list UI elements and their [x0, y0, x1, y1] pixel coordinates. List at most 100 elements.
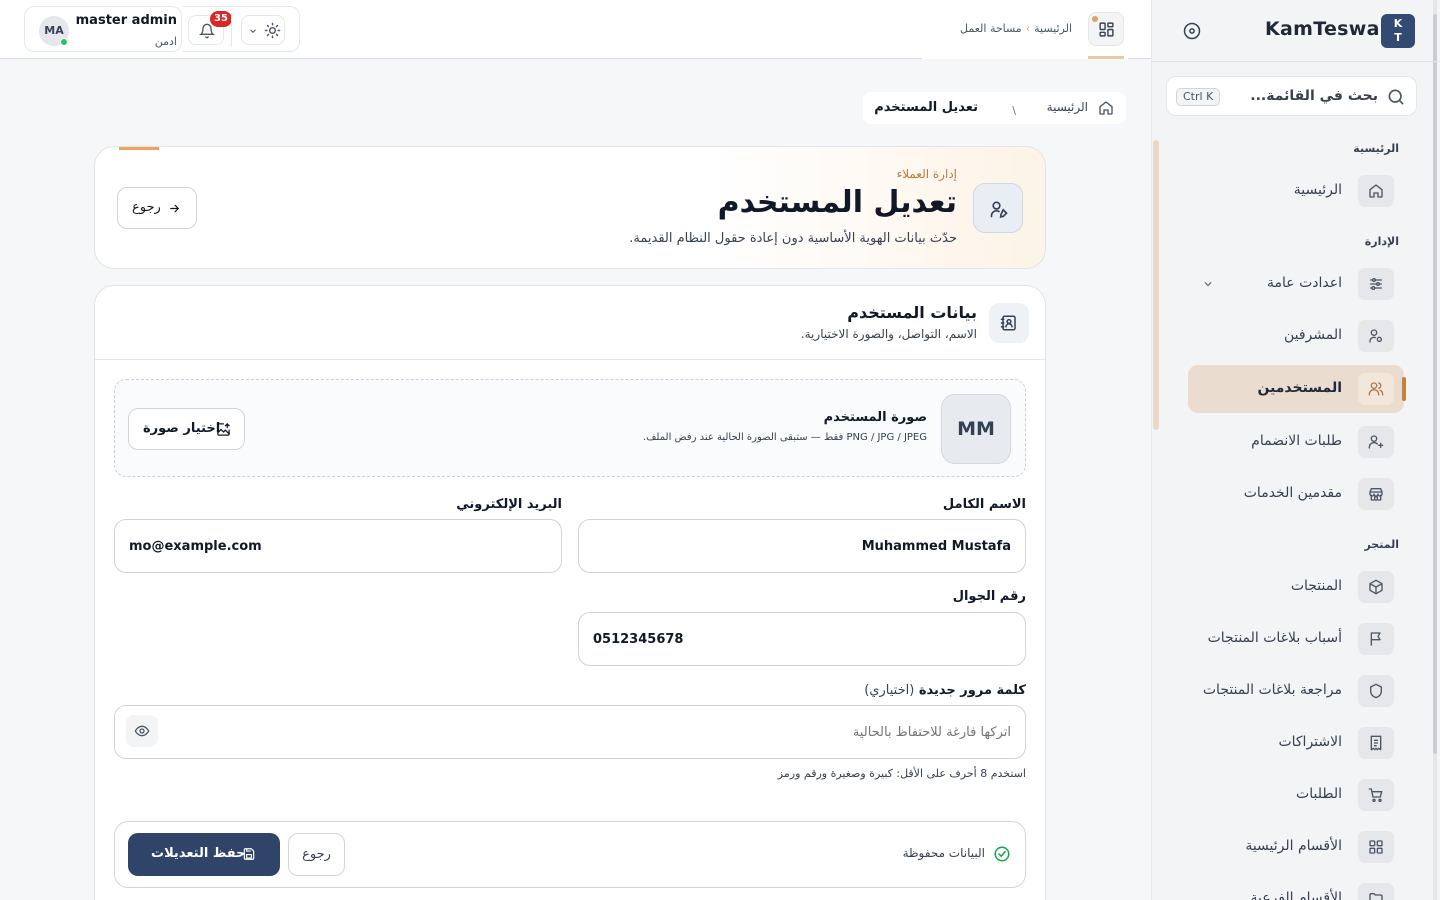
- section-subtitle: الاسم، التواصل، والصورة الاختيارية.: [800, 327, 977, 341]
- choose-photo-button[interactable]: اختيار صورة: [128, 408, 245, 450]
- sidebar-item-orders[interactable]: الطلبات: [1188, 771, 1404, 819]
- cancel-button[interactable]: رجوع: [288, 833, 345, 876]
- form-section-header: بيانات المستخدم الاسم، التواصل، والصورة …: [95, 286, 1045, 360]
- sidebar-item-label: الرئيسية: [1293, 182, 1342, 198]
- toolbar-group: 35: [183, 6, 300, 52]
- email-input[interactable]: [114, 519, 562, 573]
- check-circle-icon: [994, 846, 1010, 862]
- phone-label: رقم الجوال: [952, 589, 1026, 604]
- sidebar-item-label: أسباب بلاغات المنتجات: [1207, 630, 1342, 646]
- avatar-initials: MA: [44, 24, 64, 37]
- photo-upload-area[interactable]: MM صورة المستخدم PNG / JPG / JPEG فقط — …: [114, 379, 1026, 477]
- shield-icon: [1370, 683, 1382, 699]
- sidebar-scrollbar[interactable]: [1433, 0, 1437, 900]
- page-icon: [973, 183, 1023, 233]
- theme-toggle-button[interactable]: [241, 15, 285, 45]
- chevron-down-icon[interactable]: [1202, 278, 1214, 290]
- page-title: تعديل المستخدم: [717, 185, 957, 220]
- collapse-sidebar-icon[interactable]: [1182, 21, 1202, 41]
- breadcrumb: الرئيسية \ تعديل المستخدم: [863, 92, 1126, 124]
- phone-input[interactable]: [578, 612, 1026, 666]
- sliders-icon: [1370, 278, 1382, 290]
- password-hint: استخدم 8 أحرف على الأقل: كبيرة وصغيرة ور…: [777, 767, 1026, 780]
- scrollbar-thumb[interactable]: [1433, 14, 1437, 754]
- arrow-right-icon: [170, 204, 180, 213]
- section-label-admin: الإدارة: [1364, 235, 1399, 248]
- top-bar: MA master admin ادمن 35 الرئيسية›مساحة ا…: [0, 0, 1151, 59]
- breadcrumb-separator: \: [1012, 104, 1016, 117]
- password-label-text: كلمة مرور جديدة: [918, 683, 1026, 698]
- sidebar-item-supervisors[interactable]: المشرفين: [1188, 312, 1404, 360]
- search-shortcut-hint: Ctrl K: [1176, 88, 1221, 106]
- cart-icon: [1368, 788, 1383, 802]
- user-menu[interactable]: MA master admin ادمن: [24, 6, 182, 52]
- divider: [231, 13, 232, 47]
- save-changes-button[interactable]: حفظ التعديلات: [128, 833, 280, 876]
- user-plus-icon: [1368, 435, 1384, 449]
- save-status: البيانات محفوظة: [902, 846, 1011, 862]
- sidebar-scroll-indicator: [1153, 140, 1159, 430]
- active-underline: [1088, 56, 1124, 59]
- sidebar-item-users[interactable]: المستخدمين: [1188, 365, 1406, 413]
- brand-logo: KT: [1381, 14, 1415, 48]
- sidebar-item-report-review[interactable]: مراجعة بلاغات المنتجات: [1188, 667, 1404, 715]
- eye-icon: [134, 725, 150, 737]
- sidebar-item-home[interactable]: الرئيسية: [1188, 167, 1404, 215]
- section-label-home: الرئيسية: [1353, 142, 1399, 155]
- sidebar-search[interactable]: بحث في القائمة... Ctrl K: [1166, 76, 1417, 116]
- user-name: master admin: [75, 13, 177, 28]
- sidebar-item-label: الاشتراكات: [1278, 734, 1342, 750]
- workspace-breadcrumb: الرئيسية›مساحة العمل: [960, 22, 1072, 35]
- box-icon: [1369, 579, 1383, 595]
- save-changes-label: حفظ التعديلات: [151, 846, 246, 861]
- workspace-nav: الرئيسية›مساحة العمل: [922, 0, 1128, 59]
- sidebar-item-products[interactable]: المنتجات: [1188, 563, 1404, 611]
- workspace-crumb-home[interactable]: الرئيسية: [1034, 22, 1072, 35]
- avatar: MA: [39, 16, 69, 46]
- sidebar-item-label: الأقسام الفرعية: [1250, 890, 1343, 900]
- save-icon: [243, 848, 255, 860]
- accent-strip: [119, 147, 159, 150]
- password-label: كلمة مرور جديدة (اختياري): [864, 683, 1026, 698]
- sidebar-item-report-reasons[interactable]: أسباب بلاغات المنتجات: [1188, 615, 1404, 663]
- workspace-crumb-current: مساحة العمل: [960, 22, 1022, 35]
- sidebar-item-label: مقدمين الخدمات: [1243, 485, 1342, 501]
- save-status-text: البيانات محفوظة: [902, 846, 985, 860]
- contact-book-icon: [1000, 315, 1016, 331]
- home-icon: [1369, 184, 1383, 198]
- sidebar-item-label: الطلبات: [1296, 786, 1342, 802]
- sidebar-item-label: اعدادت عامة: [1267, 275, 1342, 291]
- notification-badge: 35: [210, 11, 232, 27]
- user-form-card: بيانات المستخدم الاسم، التواصل، والصورة …: [94, 285, 1046, 900]
- crumb-separator-icon: ›: [1025, 22, 1031, 35]
- folder-icon: [1369, 893, 1383, 900]
- sidebar-item-subscriptions[interactable]: الاشتراكات: [1188, 719, 1404, 767]
- sidebar-item-sub-categories[interactable]: الأقسام الفرعية: [1188, 875, 1404, 900]
- sidebar-item-service-providers[interactable]: مقدمين الخدمات: [1188, 470, 1404, 518]
- sidebar: KT KamTeswa بحث في القائمة... Ctrl K الر…: [1151, 0, 1440, 900]
- users-icon: [1368, 382, 1384, 396]
- brand-name: KamTeswa: [1265, 18, 1380, 40]
- breadcrumb-home[interactable]: الرئيسية: [1047, 100, 1088, 114]
- sidebar-header: KT KamTeswa: [1152, 0, 1440, 62]
- choose-photo-label: اختيار صورة: [143, 421, 221, 436]
- sidebar-item-main-categories[interactable]: الأقسام الرئيسية: [1188, 823, 1404, 871]
- home-icon[interactable]: [1098, 100, 1114, 116]
- full-name-label: الاسم الكامل: [942, 497, 1026, 512]
- sidebar-item-label: المنتجات: [1290, 578, 1342, 594]
- back-button-label: رجوع: [132, 200, 161, 215]
- toggle-password-visibility[interactable]: [126, 715, 158, 747]
- section-icon: [989, 303, 1029, 343]
- workspace-button[interactable]: [1088, 12, 1124, 46]
- email-label: البريد الإلكتروني: [456, 497, 562, 512]
- user-role: ادمن: [154, 35, 177, 48]
- page-kicker: إدارة العملاء: [896, 167, 957, 181]
- password-input[interactable]: [114, 705, 1026, 759]
- sidebar-item-general-settings[interactable]: اعدادت عامة: [1188, 260, 1404, 308]
- notifications-button[interactable]: 35: [188, 11, 232, 45]
- full-name-input[interactable]: [578, 519, 1026, 573]
- sidebar-item-join-requests[interactable]: طلبات الانضمام: [1188, 418, 1404, 466]
- back-button[interactable]: رجوع: [117, 187, 197, 229]
- store-icon: [1369, 488, 1383, 501]
- sidebar-item-label: طلبات الانضمام: [1251, 433, 1342, 449]
